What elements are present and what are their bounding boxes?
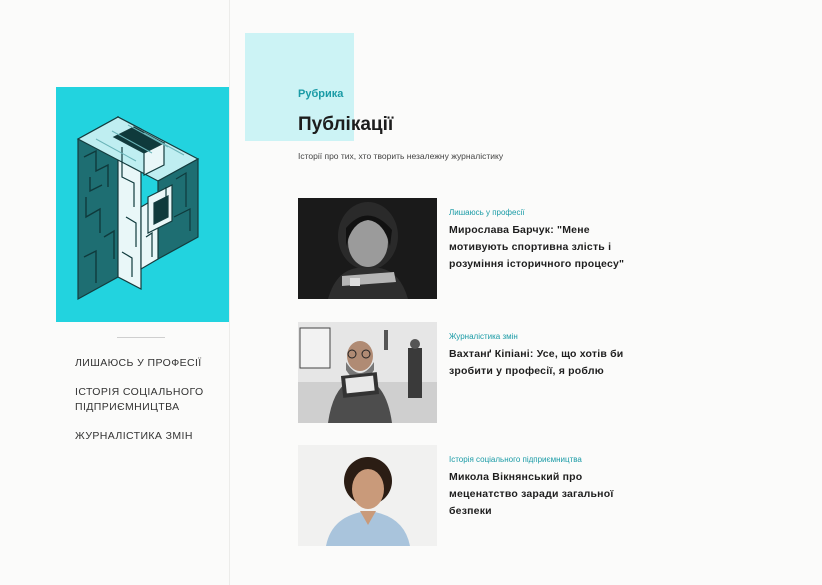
article-category[interactable]: Історія соціального підприємництва (449, 455, 582, 464)
article-title[interactable]: Вахтанґ Кіпіані: Усе, що хотів би зробит… (449, 346, 647, 380)
article-thumbnail[interactable] (298, 198, 437, 299)
article-card[interactable]: Історія соціального підприємництва Микол… (298, 445, 658, 546)
article-title[interactable]: Мирослава Барчук: "Мене мотивують спорти… (449, 222, 647, 273)
page-subtitle: Історії про тих, хто творить незалежну ж… (298, 151, 504, 161)
sidebar-item-staying-in-profession[interactable]: ЛИШАЮСЬ У ПРОФЕСІЇ (75, 356, 225, 371)
logo[interactable] (56, 87, 229, 322)
page-title: Публікації (298, 114, 394, 135)
sidebar: ЛИШАЮСЬ У ПРОФЕСІЇ ІСТОРІЯ СОЦІАЛЬНОГО П… (0, 0, 230, 585)
sidebar-nav: ЛИШАЮСЬ У ПРОФЕСІЇ ІСТОРІЯ СОЦІАЛЬНОГО П… (75, 356, 225, 458)
maze-letter-p-icon (76, 115, 200, 301)
article-thumbnail[interactable] (298, 445, 437, 546)
article-card[interactable]: Лишаюсь у професії Мирослава Барчук: "Ме… (298, 198, 658, 299)
article-title[interactable]: Микола Вікнянський про меценатство зарад… (449, 469, 647, 520)
section-kicker: Рубрика (298, 88, 344, 100)
article-thumbnail[interactable] (298, 322, 437, 423)
sidebar-item-journalism-of-change[interactable]: ЖУРНАЛІСТИКА ЗМІН (75, 429, 225, 444)
sidebar-divider (117, 337, 165, 338)
article-category[interactable]: Лишаюсь у професії (449, 208, 524, 217)
article-card[interactable]: Журналістика змін Вахтанґ Кіпіані: Усе, … (298, 322, 658, 423)
sidebar-item-social-entrepreneurship[interactable]: ІСТОРІЯ СОЦІАЛЬНОГО ПІДПРИЄМНИЦТВА (75, 385, 225, 415)
article-category[interactable]: Журналістика змін (449, 332, 518, 341)
